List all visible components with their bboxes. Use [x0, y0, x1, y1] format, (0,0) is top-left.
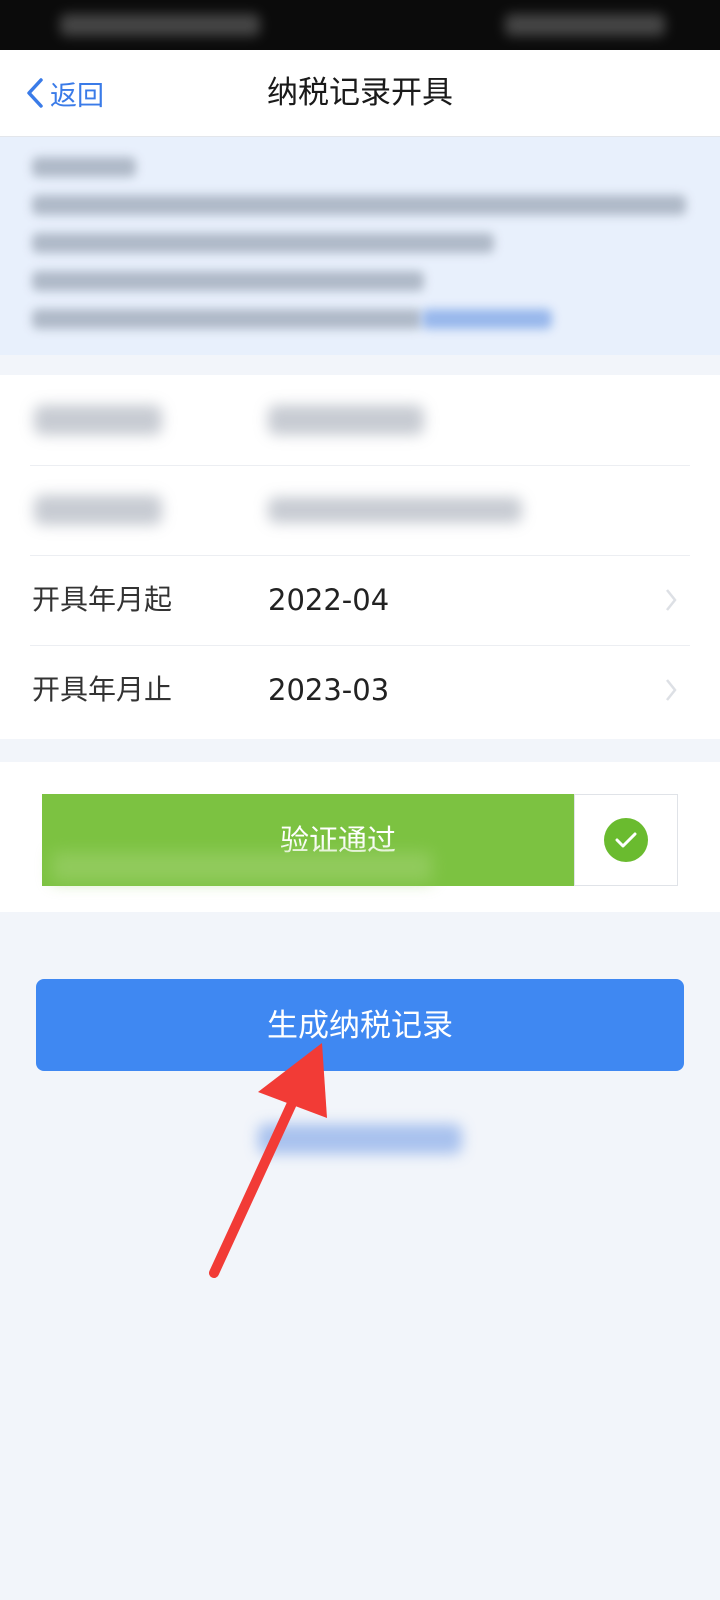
notice-line-redacted — [32, 195, 686, 215]
notice-panel — [0, 137, 720, 355]
history-link-redacted[interactable] — [258, 1124, 462, 1154]
nav-bar: 纳税记录开具 返回 — [0, 50, 720, 137]
verify-slider-handle[interactable] — [574, 794, 678, 886]
status-indicators-redacted — [505, 14, 665, 36]
notice-heading-redacted — [32, 157, 136, 177]
page-title: 纳税记录开具 — [267, 75, 453, 111]
check-circle-icon — [604, 818, 648, 862]
end-month-value: 2023-03 — [268, 673, 390, 707]
verify-card: 验证通过 — [0, 762, 720, 912]
chevron-left-icon — [27, 78, 43, 108]
id-number-label-redacted — [34, 495, 162, 525]
back-label: 返回 — [50, 80, 104, 112]
notice-link-redacted[interactable] — [422, 309, 552, 329]
chevron-right-icon — [666, 589, 677, 611]
status-bar — [0, 0, 720, 50]
page: 纳税记录开具 返回 开具年月起 2022-04 开具年月止 2023-03 验证… — [0, 0, 720, 1600]
id-number-row — [30, 465, 690, 556]
id-type-label-redacted — [34, 405, 162, 435]
back-button[interactable]: 返回 — [24, 72, 104, 114]
generate-tax-record-button[interactable]: 生成纳税记录 — [36, 979, 684, 1071]
end-month-row[interactable]: 开具年月止 2023-03 — [30, 645, 690, 735]
verify-track-edge — [52, 852, 432, 882]
id-type-value-redacted — [268, 405, 424, 435]
end-month-label: 开具年月止 — [32, 673, 173, 706]
id-number-value-redacted — [268, 497, 522, 523]
start-month-row[interactable]: 开具年月起 2022-04 — [30, 555, 690, 646]
notice-line-redacted — [32, 233, 494, 253]
notice-line-redacted — [32, 271, 424, 291]
start-month-label: 开具年月起 — [32, 583, 173, 616]
status-carrier-redacted — [60, 14, 260, 36]
id-type-row[interactable] — [30, 375, 690, 466]
notice-line-redacted — [32, 309, 422, 329]
chevron-right-icon — [666, 679, 677, 701]
start-month-value: 2022-04 — [268, 583, 390, 617]
form-card: 开具年月起 2022-04 开具年月止 2023-03 — [0, 375, 720, 739]
